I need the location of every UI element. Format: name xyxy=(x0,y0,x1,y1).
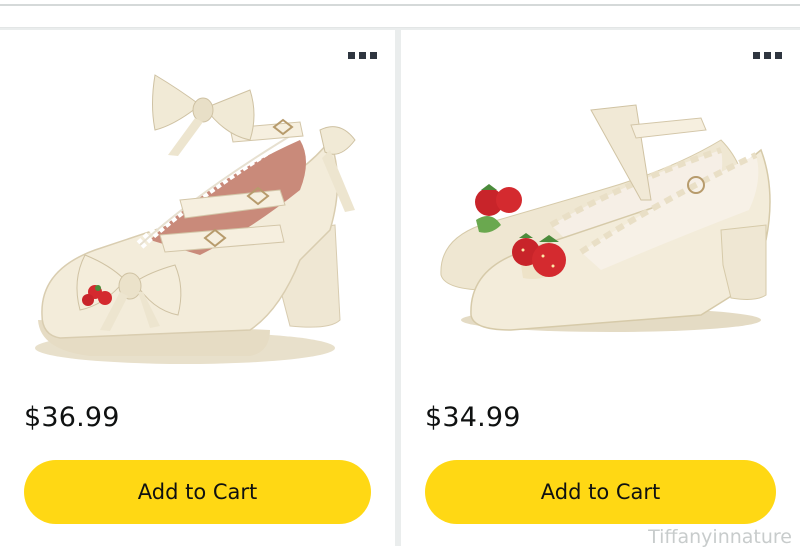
top-bar xyxy=(0,0,800,28)
product-image[interactable] xyxy=(0,30,395,390)
product-grid: $36.99 Add to Cart $34.99 Add to Cart xyxy=(0,30,800,556)
product-price: $36.99 xyxy=(24,402,120,433)
strawberry-shoe-icon xyxy=(440,104,771,332)
add-to-cart-button[interactable]: Add to Cart xyxy=(425,460,776,524)
more-options-icon[interactable] xyxy=(753,52,782,59)
add-to-cart-button[interactable]: Add to Cart xyxy=(24,460,371,524)
top-divider xyxy=(0,4,800,6)
lolita-bow-shoe-icon xyxy=(35,74,356,364)
product-card[interactable]: $36.99 Add to Cart xyxy=(0,30,395,546)
product-price: $34.99 xyxy=(425,402,521,433)
more-options-icon[interactable] xyxy=(348,52,377,59)
watermark: Tiffanyinnature xyxy=(648,526,792,548)
product-image[interactable] xyxy=(401,30,800,390)
product-card[interactable]: $34.99 Add to Cart xyxy=(401,30,800,546)
